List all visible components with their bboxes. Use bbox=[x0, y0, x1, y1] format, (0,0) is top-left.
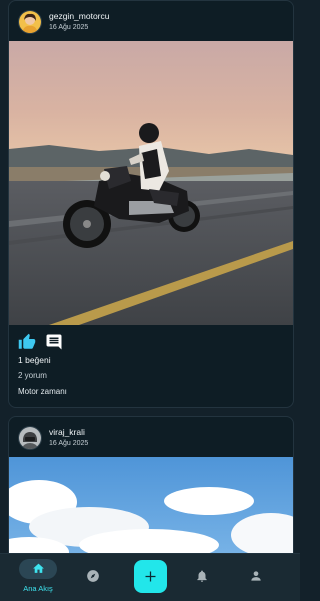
nav-profile[interactable] bbox=[247, 554, 267, 601]
nav-home[interactable]: Ana Akış bbox=[0, 554, 76, 601]
profile-icon bbox=[251, 571, 261, 581]
home-icon bbox=[33, 563, 44, 573]
nav-notifications[interactable] bbox=[193, 554, 213, 601]
post-username[interactable]: gezgin_motorcu bbox=[49, 11, 109, 21]
post-header[interactable]: gezgin_motorcu 16 Ağu 2025 bbox=[9, 1, 293, 41]
comment-icon[interactable] bbox=[45, 333, 63, 351]
add-post-button[interactable] bbox=[134, 560, 167, 593]
notifications-icon bbox=[197, 570, 207, 582]
like-icon[interactable] bbox=[18, 333, 36, 351]
avatar[interactable] bbox=[18, 426, 42, 450]
post-caption: Motor zamanı bbox=[18, 387, 67, 396]
post-header[interactable]: viraj_krali 16 Ağu 2025 bbox=[9, 417, 293, 457]
bottom-nav: Ana Akış bbox=[0, 553, 300, 601]
likes-count[interactable]: 1 beğeni bbox=[18, 355, 51, 365]
post-card: viraj_krali 16 Ağu 2025 bbox=[8, 416, 294, 553]
post-photo[interactable] bbox=[9, 457, 293, 553]
explore-icon bbox=[87, 570, 99, 582]
feed: gezgin_motorcu 16 Ağu 2025 1 beğeni 2 yo… bbox=[0, 0, 300, 553]
comments-count[interactable]: 2 yorum bbox=[18, 371, 47, 380]
post-username[interactable]: viraj_krali bbox=[49, 427, 85, 437]
add-icon bbox=[145, 571, 156, 582]
post-card: gezgin_motorcu 16 Ağu 2025 1 beğeni 2 yo… bbox=[8, 0, 294, 408]
post-date: 16 Ağu 2025 bbox=[49, 24, 89, 31]
avatar[interactable] bbox=[18, 10, 42, 34]
post-date: 16 Ağu 2025 bbox=[49, 440, 89, 447]
post-photo[interactable] bbox=[9, 41, 293, 325]
nav-home-label[interactable]: Ana Akış bbox=[10, 584, 66, 593]
nav-explore[interactable] bbox=[84, 554, 104, 601]
nav-home-active-pill[interactable] bbox=[19, 559, 57, 579]
